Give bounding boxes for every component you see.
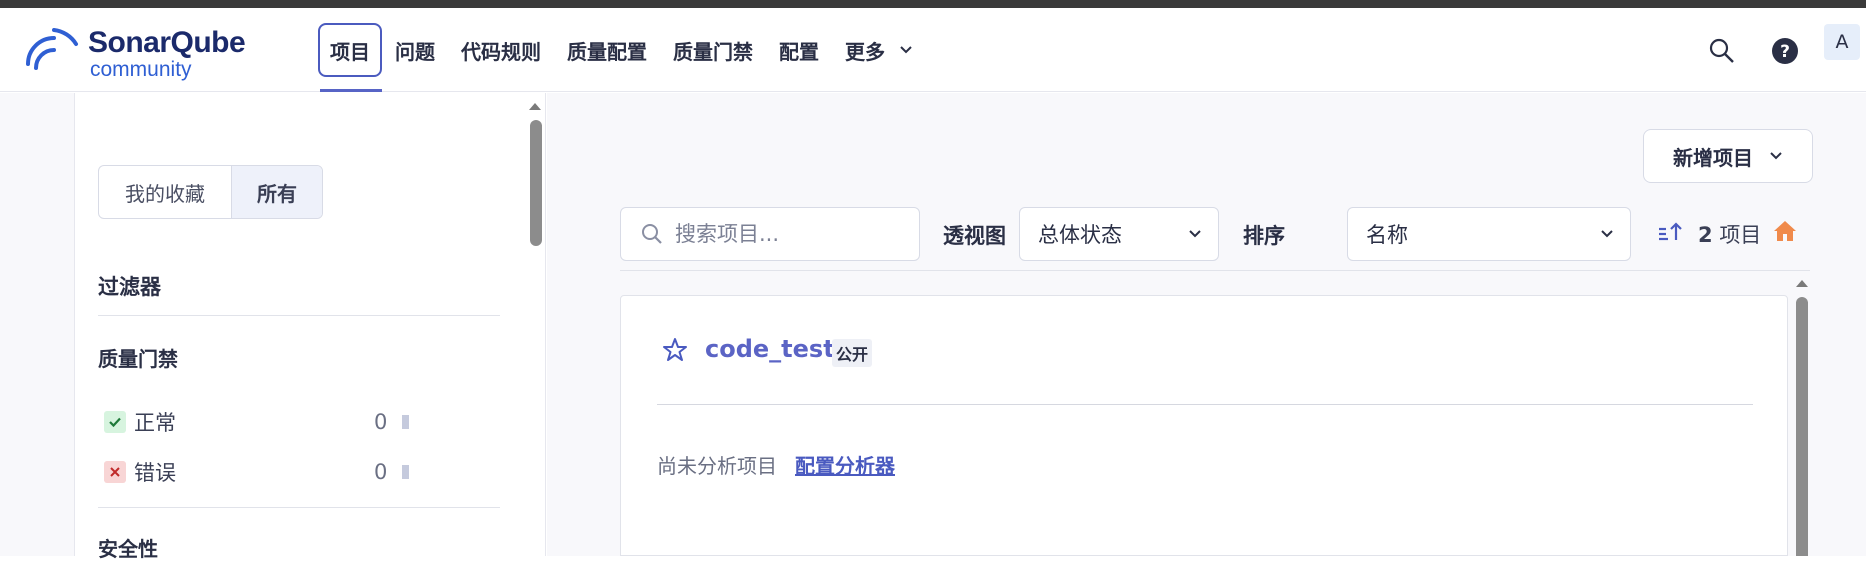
- left-gutter: [0, 93, 74, 556]
- nav-more[interactable]: 更多: [832, 22, 926, 78]
- check-icon: [104, 411, 126, 433]
- sonar-waves-icon: [26, 28, 78, 70]
- sonarqube-logo[interactable]: SonarQube community: [24, 24, 274, 82]
- top-navigation: SonarQube community 项目 问题 代码规则 质量配置 质量门禁…: [0, 8, 1866, 92]
- new-project-label: 新增项目: [1673, 145, 1753, 170]
- chevron-down-icon: [1189, 230, 1201, 238]
- window-top-strip: [0, 0, 1866, 8]
- scroll-up-arrow-icon[interactable]: [1794, 277, 1810, 289]
- project-count: 2 项目: [1698, 219, 1761, 249]
- main-menu: 项目 问题 代码规则 质量配置 质量门禁 配置 更多: [318, 22, 926, 78]
- sidebar-scrollbar[interactable]: [530, 120, 542, 246]
- project-count-number: 2: [1698, 223, 1713, 247]
- filter-row-failed[interactable]: 错误 0: [104, 457, 424, 487]
- brand-edition: community: [90, 58, 192, 81]
- sort-ascending-icon[interactable]: [1657, 221, 1683, 243]
- brand-name: SonarQube: [88, 26, 246, 59]
- perspective-label: 透视图: [943, 224, 1006, 248]
- quality-gate-filter-title: 质量门禁: [98, 347, 178, 371]
- filter-row-passed[interactable]: 正常 0: [104, 407, 424, 437]
- filter-bar: [402, 465, 409, 479]
- main-scrollbar[interactable]: [1796, 297, 1808, 556]
- avatar[interactable]: A: [1824, 24, 1860, 60]
- home-icon[interactable]: [1773, 220, 1797, 242]
- star-icon[interactable]: [662, 337, 688, 363]
- filter-bar: [402, 415, 409, 429]
- chevron-down-icon: [900, 46, 912, 54]
- new-project-button[interactable]: 新增项目: [1643, 129, 1813, 183]
- sort-value: 名称: [1366, 223, 1408, 247]
- divider: [98, 315, 500, 316]
- nav-projects[interactable]: 项目: [318, 23, 382, 77]
- divider: [98, 507, 500, 508]
- filter-label: 正常: [134, 411, 176, 435]
- project-count-suffix: 项目: [1719, 223, 1762, 247]
- filter-label: 错误: [134, 461, 176, 485]
- active-tab-indicator: [320, 89, 382, 92]
- help-icon[interactable]: ?: [1771, 37, 1799, 65]
- close-icon: [104, 461, 126, 483]
- toggle-favorites[interactable]: 我的收藏: [99, 166, 232, 218]
- filter-count: 0: [374, 410, 388, 434]
- chevron-down-icon: [1601, 230, 1613, 238]
- scroll-up-arrow-icon[interactable]: [527, 100, 543, 112]
- chevron-down-icon: [1770, 152, 1782, 160]
- project-search: [620, 207, 920, 261]
- filters-title: 过滤器: [98, 275, 161, 299]
- configure-analysis-link[interactable]: 配置分析器: [795, 450, 895, 479]
- nav-rules[interactable]: 代码规则: [448, 22, 554, 78]
- perspective-value: 总体状态: [1038, 223, 1122, 247]
- nav-quality-gates[interactable]: 质量门禁: [660, 22, 766, 78]
- favorites-all-toggle: 我的收藏 所有: [98, 165, 323, 219]
- search-input[interactable]: [675, 222, 905, 246]
- svg-text:?: ?: [1780, 42, 1790, 62]
- nav-more-label: 更多: [845, 39, 885, 64]
- divider: [620, 270, 1810, 271]
- project-status-text: 尚未分析项目: [657, 454, 777, 478]
- perspective-select[interactable]: 总体状态: [1019, 207, 1219, 261]
- search-icon: [642, 224, 662, 244]
- security-filter-title: 安全性: [98, 537, 158, 561]
- nav-issues[interactable]: 问题: [382, 22, 448, 78]
- toggle-all[interactable]: 所有: [232, 166, 322, 218]
- divider: [657, 404, 1753, 405]
- nav-administration[interactable]: 配置: [766, 22, 832, 78]
- sort-label: 排序: [1243, 224, 1285, 248]
- sort-select[interactable]: 名称: [1347, 207, 1631, 261]
- filter-count: 0: [374, 460, 388, 484]
- visibility-badge: 公开: [832, 339, 873, 367]
- nav-quality-profiles[interactable]: 质量配置: [554, 22, 660, 78]
- project-name-link[interactable]: code_test: [705, 335, 835, 363]
- search-icon[interactable]: [1709, 38, 1735, 64]
